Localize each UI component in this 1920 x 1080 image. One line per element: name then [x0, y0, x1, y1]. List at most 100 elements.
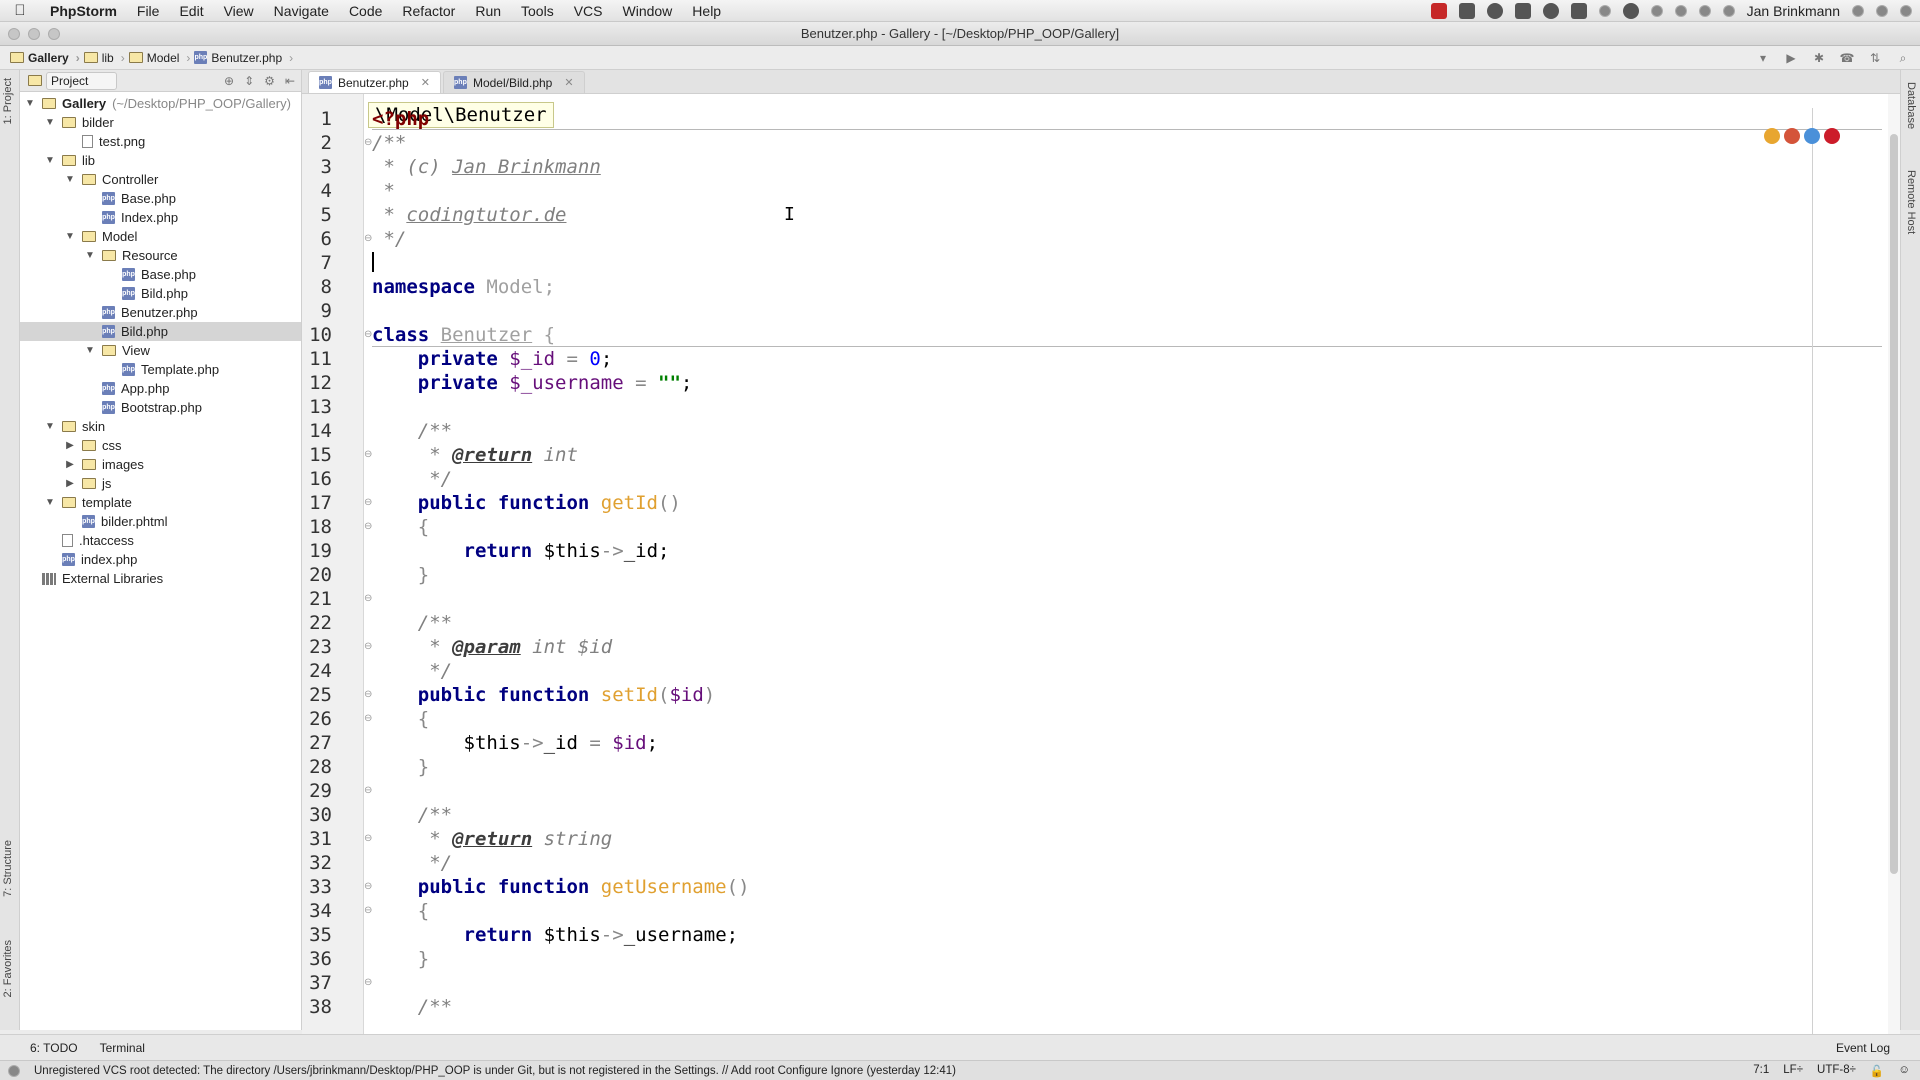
sync-icon[interactable] — [1486, 3, 1503, 19]
breadcrumb-lib[interactable]: lib › — [83, 51, 125, 65]
menu-help[interactable]: Help — [682, 3, 731, 19]
tool-favorites-tab[interactable]: 2: Favorites — [2, 940, 14, 997]
status-toggle-icon[interactable] — [8, 1064, 20, 1077]
tool-database-tab[interactable]: Database — [1905, 82, 1917, 129]
scrollbar-thumb[interactable] — [1890, 134, 1898, 874]
bluetooth-icon[interactable] — [1698, 5, 1711, 17]
menu-vcs[interactable]: VCS — [564, 3, 613, 19]
tree-item-gallery[interactable]: ▼ Gallery (~/Desktop/PHP_OOP/Gallery) — [20, 94, 301, 113]
tree-item-bilder-phtml[interactable]: php bilder.phtml — [20, 512, 301, 531]
firefox-icon[interactable] — [1784, 128, 1800, 144]
time-machine-icon[interactable] — [1722, 5, 1735, 17]
plus-icon[interactable] — [1514, 3, 1531, 19]
breadcrumb-gallery[interactable]: Gallery › — [10, 51, 80, 65]
chevron-down-icon[interactable]: ▼ — [84, 250, 96, 261]
chevron-down-icon[interactable]: ▼ — [64, 231, 76, 242]
hide-icon[interactable]: ⇤ — [285, 74, 295, 88]
run-icon[interactable]: ▶ — [1782, 49, 1800, 67]
breadcrumb-benutzer[interactable]: php Benutzer.php › — [194, 51, 293, 65]
fold-icon[interactable]: ⊖ — [364, 786, 374, 796]
caret-position[interactable]: 7:1 — [1753, 1064, 1769, 1078]
tree-item-skin[interactable]: ▼ skin — [20, 417, 301, 436]
menu-code[interactable]: Code — [339, 3, 392, 19]
chevron-down-icon[interactable]: ▼ — [84, 345, 96, 356]
chevron-down-icon[interactable]: ▼ — [64, 174, 76, 185]
tree-item-controller[interactable]: ▼ Controller — [20, 170, 301, 189]
chevron-down-icon[interactable]: ▼ — [44, 421, 56, 432]
user-name[interactable]: Jan Brinkmann — [1747, 3, 1840, 19]
line-separator[interactable]: LF÷ — [1783, 1064, 1803, 1078]
onepassword-icon[interactable] — [1542, 3, 1559, 19]
dropbox-icon[interactable] — [1458, 3, 1475, 19]
tree-item-css[interactable]: ▶ css — [20, 436, 301, 455]
tree-item-resource-base-php[interactable]: php Base.php — [20, 265, 301, 284]
tree-item-index-php[interactable]: php Index.php — [20, 208, 301, 227]
recording-icon[interactable] — [1430, 3, 1447, 19]
chevron-right-icon[interactable]: ▶ — [64, 459, 76, 470]
chrome-icon[interactable] — [1764, 128, 1780, 144]
tool-structure-tab[interactable]: 7: Structure — [2, 840, 14, 897]
fold-icon[interactable]: ⊖ — [364, 594, 374, 604]
listen-debug-icon[interactable]: ☎ — [1838, 49, 1856, 67]
chevron-down-icon[interactable]: ▼ — [44, 497, 56, 508]
debug-icon[interactable]: ✱ — [1810, 49, 1828, 67]
breadcrumb-model[interactable]: Model › — [128, 51, 190, 65]
tree-item-bootstrap-php[interactable]: php Bootstrap.php — [20, 398, 301, 417]
tree-item-test-png[interactable]: test.png — [20, 132, 301, 151]
editor-scrollbar[interactable] — [1888, 94, 1900, 1034]
menu-tools[interactable]: Tools — [511, 3, 564, 19]
hector-icon[interactable]: ☺ — [1898, 1064, 1910, 1078]
chevron-right-icon[interactable]: ▶ — [64, 440, 76, 451]
menu-view[interactable]: View — [214, 3, 264, 19]
opera-icon[interactable] — [1824, 128, 1840, 144]
lock-icon[interactable]: 🔓 — [1870, 1064, 1884, 1078]
run-config-dropdown-icon[interactable]: ▾ — [1754, 49, 1772, 67]
line-number-gutter[interactable]: 1 2 3 4 5 6 7 8 9 10 11 12 13 14 15 16 1… — [302, 94, 364, 1034]
tree-item-bild-php-selected[interactable]: php Bild.php — [20, 322, 301, 341]
project-view-select[interactable]: Project — [46, 71, 118, 90]
tree-item-bilder[interactable]: ▼ bilder — [20, 113, 301, 132]
gear-icon[interactable]: ⚙ — [264, 74, 275, 88]
tree-item-model[interactable]: ▼ Model — [20, 227, 301, 246]
tree-item-template-php[interactable]: php Template.php — [20, 360, 301, 379]
chevron-down-icon[interactable]: ▼ — [24, 98, 36, 109]
bookmark-icon[interactable] — [1570, 3, 1587, 19]
tree-item-js[interactable]: ▶ js — [20, 474, 301, 493]
tool-terminal-tab[interactable]: Terminal — [100, 1041, 145, 1055]
tool-todo-tab[interactable]: 6: TODO — [30, 1041, 78, 1055]
search-icon[interactable]: ⌕ — [1894, 49, 1912, 67]
menu-app-phpstorm[interactable]: PhpStorm — [40, 3, 127, 19]
tree-item-view[interactable]: ▼ View — [20, 341, 301, 360]
chevron-down-icon[interactable]: ▼ — [44, 117, 56, 128]
chevron-right-icon[interactable]: ▶ — [64, 478, 76, 489]
tree-item-controller-base-php[interactable]: php Base.php — [20, 189, 301, 208]
collapse-icon[interactable]: ⇕ — [244, 74, 254, 88]
tree-item-images[interactable]: ▶ images — [20, 455, 301, 474]
vcs-icon[interactable]: ⇅ — [1866, 49, 1884, 67]
tree-item-template[interactable]: ▼ template — [20, 493, 301, 512]
tree-item-htaccess[interactable]: .htaccess — [20, 531, 301, 550]
tab-model-bild-php[interactable]: php Model/Bild.php ✕ — [442, 71, 585, 93]
menu-file[interactable]: File — [127, 3, 170, 19]
evernote-icon[interactable] — [1622, 3, 1639, 19]
tree-item-resource[interactable]: ▼ Resource — [20, 246, 301, 265]
tree-item-lib[interactable]: ▼ lib — [20, 151, 301, 170]
event-log-button[interactable]: Event Log — [1836, 1041, 1890, 1055]
menu-window[interactable]: Window — [613, 3, 683, 19]
apple-icon[interactable]:  — [0, 2, 40, 19]
chevron-down-icon[interactable]: ▼ — [44, 155, 56, 166]
tree-item-benutzer-php[interactable]: php Benutzer.php — [20, 303, 301, 322]
close-icon[interactable]: ✕ — [564, 76, 573, 89]
safari-icon[interactable] — [1804, 128, 1820, 144]
vcs-warning-message[interactable]: Unregistered VCS root detected: The dire… — [34, 1065, 956, 1077]
tree-item-external-libraries[interactable]: External Libraries — [20, 569, 301, 588]
mail-icon[interactable] — [1650, 5, 1663, 17]
tree-item-app-php[interactable]: php App.php — [20, 379, 301, 398]
notification-center-icon[interactable] — [1900, 5, 1912, 17]
tool-remote-host-tab[interactable]: Remote Host — [1905, 170, 1917, 234]
spotlight-icon[interactable] — [1876, 5, 1888, 17]
menu-edit[interactable]: Edit — [169, 3, 213, 19]
tree-item-resource-bild-php[interactable]: php Bild.php — [20, 284, 301, 303]
locate-icon[interactable]: ⊕ — [224, 74, 234, 88]
close-icon[interactable]: ✕ — [421, 76, 430, 89]
